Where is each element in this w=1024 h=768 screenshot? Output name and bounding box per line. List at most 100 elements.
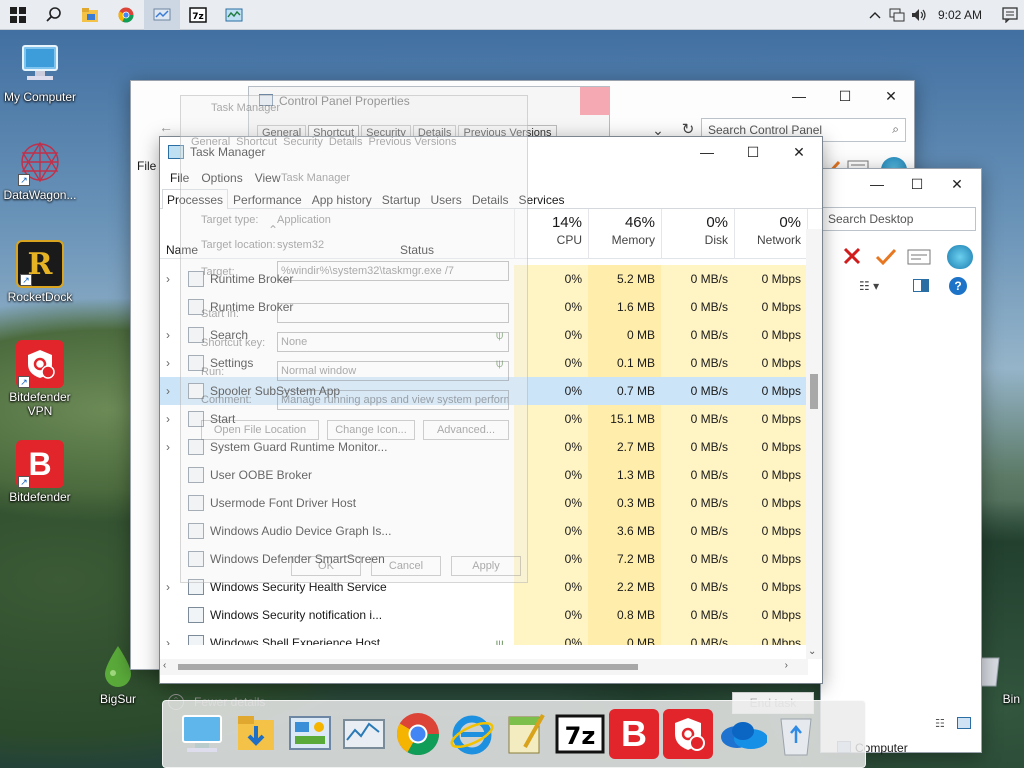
network-icon[interactable] xyxy=(886,0,908,30)
column-memory[interactable]: 46% Memory xyxy=(588,209,661,259)
computer-icon xyxy=(182,715,222,752)
table-row[interactable]: › Windows Shell Experience Host ⍦ 0% 0 MB 0 M… xyxy=(160,629,808,645)
checkmark-icon[interactable] xyxy=(875,247,897,268)
desktop-folder-window[interactable]: — ☐ ✕ Search Desktop ☷ ▾ ? Computer ☷ xyxy=(820,168,982,755)
maximize-button[interactable]: ☐ xyxy=(822,81,868,111)
column-network[interactable]: 0% Network xyxy=(734,209,807,259)
desktop-icon-my-computer[interactable]: My Computer xyxy=(0,40,80,104)
back-arrow-icon[interactable]: ← xyxy=(159,119,173,135)
minimize-button[interactable]: — xyxy=(684,137,730,167)
expand-chevron-icon[interactable]: › xyxy=(166,573,176,601)
dock-bitdefender-vpn[interactable] xyxy=(663,709,713,759)
details-view-icon[interactable]: ☷ xyxy=(935,717,945,730)
cell-disk: 0 MB/s xyxy=(690,272,728,286)
cell-net: 0 Mbps xyxy=(761,608,801,622)
desktop-icon-rocketdock[interactable]: R ↗ RocketDock xyxy=(0,240,80,304)
computer-icon xyxy=(16,40,64,88)
table-row[interactable]: Windows Security notification i... 0% 0.8 … xyxy=(160,601,808,629)
close-button[interactable]: ✕ xyxy=(937,169,977,199)
dock-7zip[interactable]: 7z xyxy=(555,709,605,759)
horizontal-scrollbar[interactable]: ‹ › xyxy=(160,659,808,675)
desktop-icon-bitdefender-vpn[interactable]: ↗ Bitdefender VPN xyxy=(0,340,80,418)
start-button[interactable] xyxy=(0,0,36,30)
cell-net: 0 Mbps xyxy=(761,580,801,594)
large-icons-view-icon[interactable] xyxy=(957,717,971,729)
cell-mem: 7.2 MB xyxy=(616,552,655,566)
scroll-down-icon[interactable]: ⌄ xyxy=(808,646,816,657)
clock[interactable]: 9:02 AM xyxy=(930,8,996,22)
taskbar-chrome[interactable] xyxy=(108,0,144,30)
minimize-button[interactable]: — xyxy=(857,169,897,199)
delete-icon[interactable] xyxy=(843,247,861,268)
cell-net: 0 Mbps xyxy=(761,328,801,342)
search-placeholder: Search Desktop xyxy=(828,212,914,226)
desktop-icon-label: BigSur xyxy=(99,692,137,706)
taskbar-file-explorer[interactable] xyxy=(72,0,108,30)
process-name: Windows Shell Experience Host xyxy=(210,636,381,645)
scroll-left-icon[interactable]: ‹ xyxy=(163,660,166,671)
scrollbar-thumb[interactable] xyxy=(178,664,638,670)
chevron-up-icon[interactable] xyxy=(864,0,886,30)
desktop-icon-datawagon[interactable]: ↗ DataWagon... xyxy=(0,138,80,202)
properties-icon[interactable] xyxy=(907,249,931,268)
expand-chevron-icon[interactable]: › xyxy=(166,321,176,349)
start-in-label: Start in: xyxy=(201,308,239,320)
expand-chevron-icon[interactable]: › xyxy=(166,433,176,461)
expand-chevron-icon[interactable]: › xyxy=(166,349,176,377)
close-button[interactable]: ✕ xyxy=(868,81,914,111)
maximize-button[interactable]: ☐ xyxy=(897,169,937,199)
scroll-right-icon[interactable]: › xyxy=(785,660,788,671)
target-field: %windir%\system32\taskmgr.exe /7 xyxy=(277,261,509,281)
open-file-location-button: Open File Location xyxy=(201,420,319,440)
search-input[interactable]: Search Desktop xyxy=(821,207,976,231)
bitdefender-vpn-icon xyxy=(675,718,705,751)
view-options-icon[interactable]: ☷ ▾ xyxy=(859,279,879,293)
notifications-icon[interactable] xyxy=(996,0,1024,30)
dock-control-panel[interactable] xyxy=(285,709,335,759)
run-field: Normal window xyxy=(277,361,509,381)
expand-chevron-icon[interactable]: › xyxy=(166,265,176,293)
globe-icon[interactable] xyxy=(947,245,973,269)
vertical-scrollbar[interactable]: ⌄ xyxy=(806,229,822,659)
dock-bitdefender[interactable]: B xyxy=(609,709,659,759)
7zip-icon: 7z xyxy=(555,714,605,754)
expand-chevron-icon xyxy=(166,489,176,517)
disk-label: Disk xyxy=(704,233,728,247)
dock-onedrive[interactable] xyxy=(717,709,767,759)
desktop-icon-label: Bitdefender VPN xyxy=(9,390,71,418)
volume-icon[interactable] xyxy=(908,0,930,30)
search-button[interactable] xyxy=(36,0,72,30)
dock-this-pc[interactable] xyxy=(177,709,227,759)
cell-mem: 5.2 MB xyxy=(616,272,655,286)
cell-net: 0 Mbps xyxy=(761,412,801,426)
expand-chevron-icon xyxy=(166,517,176,545)
expand-chevron-icon[interactable]: › xyxy=(166,629,176,645)
taskbar-task-manager[interactable] xyxy=(216,0,252,30)
help-icon[interactable]: ? xyxy=(949,277,967,295)
tab-previous-versions: Previous Versions xyxy=(368,136,457,148)
dock-notepad[interactable] xyxy=(501,709,551,759)
column-disk[interactable]: 0% Disk xyxy=(661,209,734,259)
desktop-icon-bitdefender[interactable]: B ↗ Bitdefender xyxy=(0,440,80,504)
cell-mem: 1.3 MB xyxy=(616,468,655,482)
dock-recycle-bin[interactable] xyxy=(771,709,821,759)
dock-chrome[interactable] xyxy=(393,709,443,759)
taskbar-7zip[interactable]: 7z xyxy=(180,0,216,30)
expand-chevron-icon[interactable]: › xyxy=(166,377,176,405)
taskbar-control-panel[interactable] xyxy=(144,0,180,30)
dock-internet-explorer[interactable] xyxy=(447,709,497,759)
taskbar: 7z 9:02 AM xyxy=(0,0,1024,30)
minimize-button[interactable]: — xyxy=(776,81,822,111)
memory-label: Memory xyxy=(611,233,655,247)
close-button[interactable]: ✕ xyxy=(776,137,822,167)
menu-file-partial[interactable]: File xyxy=(137,159,156,173)
dock-task-manager[interactable] xyxy=(339,709,389,759)
cell-net: 0 Mbps xyxy=(761,552,801,566)
close-button[interactable] xyxy=(580,87,610,115)
cell-net: 0 Mbps xyxy=(761,468,801,482)
maximize-button[interactable]: ☐ xyxy=(730,137,776,167)
expand-chevron-icon[interactable]: › xyxy=(166,405,176,433)
preview-pane-icon[interactable] xyxy=(913,279,929,292)
scrollbar-thumb[interactable] xyxy=(810,374,818,409)
dock-downloads[interactable] xyxy=(231,709,281,759)
